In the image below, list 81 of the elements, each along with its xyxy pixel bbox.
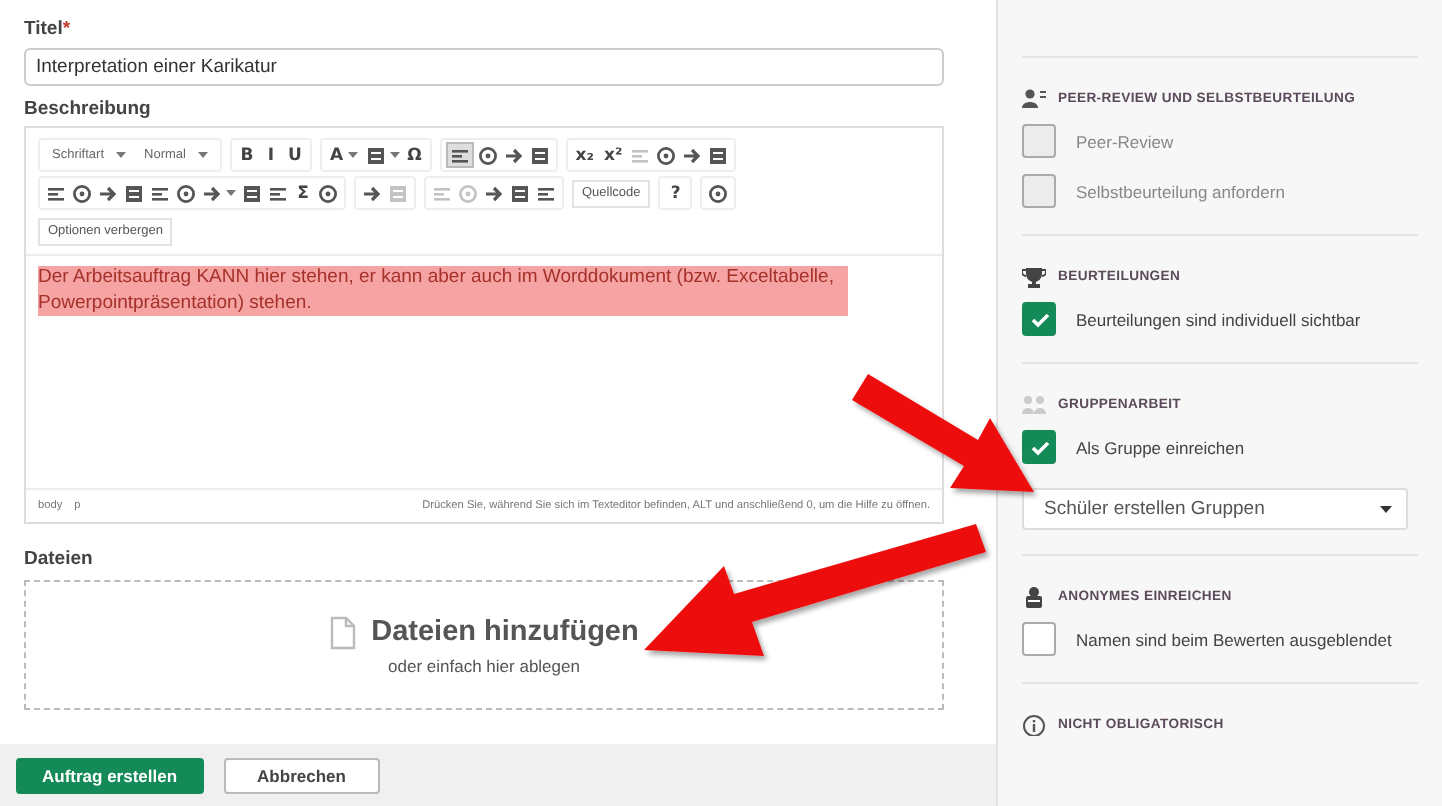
lines-icon — [46, 183, 66, 203]
dropzone-title: Dateien hinzufügen — [371, 616, 639, 648]
arrow-icon — [682, 145, 703, 165]
caret-icon — [116, 152, 127, 158]
circle-icon — [72, 183, 92, 203]
section-icon — [1022, 393, 1046, 415]
toolbar-button[interactable]: x² — [600, 142, 627, 168]
circle-icon — [656, 145, 677, 165]
caret-icon — [1380, 505, 1392, 513]
lines-icon — [630, 145, 651, 165]
arrow-icon — [202, 183, 222, 203]
block-icon — [242, 183, 262, 203]
checkmark-icon — [1029, 309, 1049, 329]
toolbar-button[interactable] — [363, 142, 402, 168]
toolbar-button[interactable]: A — [325, 142, 362, 168]
toolbar-button[interactable] — [70, 180, 94, 206]
lines-icon — [449, 145, 470, 165]
toolbar-button[interactable] — [706, 180, 731, 206]
section-icon — [1022, 585, 1046, 607]
section-icon — [1022, 713, 1046, 735]
toolbar-button[interactable] — [122, 180, 146, 206]
toolbar-button[interactable] — [174, 180, 198, 206]
checkbox-label: Selbstbeurteilung anfordern — [1076, 181, 1285, 201]
arrow-icon — [503, 145, 524, 165]
toolbar-button[interactable]: U — [283, 142, 306, 168]
block-icon — [365, 145, 386, 165]
toolbar-button[interactable] — [445, 142, 474, 168]
lines-icon — [150, 183, 170, 203]
toolbar-button[interactable]: x₂ — [571, 142, 599, 168]
toolbar-button[interactable]: ? — [664, 180, 687, 206]
group-mode-dropdown[interactable]: Schüler erstellen Gruppen — [1022, 488, 1408, 530]
toolbar-button[interactable] — [706, 142, 731, 168]
dropzone-hint: oder einfach hier ablegen — [388, 655, 580, 675]
caret-icon — [226, 190, 236, 196]
block-icon — [529, 145, 550, 165]
circle-icon — [477, 145, 498, 165]
checkbox[interactable] — [1022, 302, 1056, 336]
section-icon — [1022, 265, 1046, 287]
checkbox-label: Beurteilungen sind individuell sichtbar — [1076, 309, 1361, 329]
toolbar-button[interactable]: I — [259, 142, 282, 168]
caret-icon — [197, 152, 208, 158]
lines-icon — [432, 183, 452, 203]
toolbar-button[interactable]: B — [235, 142, 258, 168]
lines-icon — [268, 183, 288, 203]
files-label: Dateien — [24, 548, 93, 570]
arrow-icon — [484, 183, 504, 203]
lines-icon — [536, 183, 556, 203]
block-icon — [708, 145, 729, 165]
block-icon — [510, 183, 530, 203]
arrow-icon — [362, 183, 382, 203]
toolbar-button[interactable] — [654, 142, 679, 168]
circle-icon — [458, 183, 478, 203]
toolbar-button[interactable] — [527, 142, 552, 168]
block-icon — [388, 183, 408, 203]
caret-icon — [389, 152, 400, 158]
toolbar-button[interactable]: Ω — [403, 142, 426, 168]
title-input[interactable]: Interpretation einer Karikatur — [24, 48, 944, 86]
toolbar-button[interactable] — [475, 142, 500, 168]
editor-text: Der Arbeitsauftrag KANN hier stehen, er kann aber auch im Worddokument (bzw. Exceltabelle, Powerpointpräsentation) stehen. — [38, 266, 848, 316]
toolbar-button[interactable] — [316, 180, 340, 206]
section-icon — [1022, 87, 1046, 109]
caret-icon — [347, 152, 358, 158]
toolbar-button[interactable] — [240, 180, 264, 206]
cancel-button[interactable]: Abbrechen — [223, 757, 380, 793]
arrow-icon — [98, 183, 118, 203]
checkbox[interactable] — [1022, 622, 1056, 656]
checkbox-label: Peer-Review — [1076, 131, 1174, 151]
toolbar-button[interactable] — [508, 180, 532, 206]
checkbox-label: Namen sind beim Bewerten ausgeblendet — [1076, 629, 1392, 649]
block-icon — [124, 183, 144, 203]
checkbox[interactable] — [1022, 430, 1056, 464]
create-button[interactable]: Auftrag erstellen — [16, 757, 204, 793]
checkbox-label: Als Gruppe einreichen — [1076, 437, 1245, 457]
title-label: Titel* — [24, 18, 71, 40]
toolbar-button[interactable]: Σ — [292, 180, 314, 206]
file-icon — [329, 615, 356, 649]
description-label: Beschreibung — [24, 98, 151, 120]
circle-icon — [708, 183, 729, 203]
checkmark-icon — [1029, 437, 1049, 457]
circle-icon — [176, 183, 196, 203]
circle-icon — [318, 183, 338, 203]
